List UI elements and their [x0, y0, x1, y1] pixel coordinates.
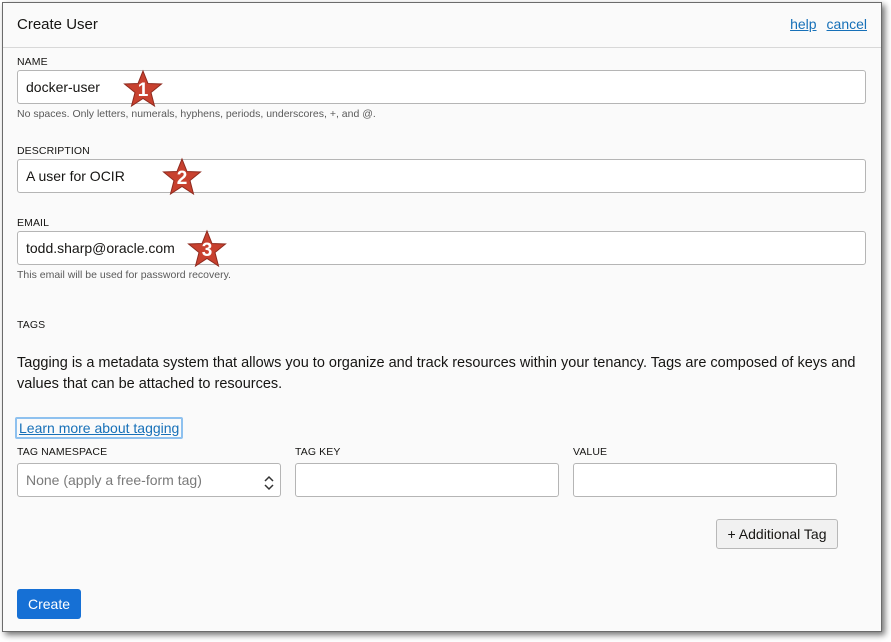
email-hint: This email will be used for password rec…	[17, 269, 231, 281]
annotation-star-3: 3	[187, 229, 227, 269]
description-input[interactable]	[17, 159, 866, 193]
annotation-star-1: 1	[123, 69, 163, 109]
star-number-2: 2	[176, 168, 188, 189]
star-number-1: 1	[137, 80, 149, 101]
email-input[interactable]	[17, 231, 866, 265]
dialog-header: Create User help cancel	[3, 3, 881, 48]
chevron-updown-icon	[264, 471, 274, 491]
name-hint: No spaces. Only letters, numerals, hyphe…	[17, 108, 376, 120]
tag-key-label: TAG KEY	[295, 446, 341, 458]
help-link[interactable]: help	[790, 16, 816, 32]
create-user-dialog: Create User help cancel NAME No spaces. O…	[2, 2, 882, 632]
annotation-star-2: 2	[162, 157, 202, 197]
header-links: help cancel	[780, 16, 867, 32]
star-number-3: 3	[201, 240, 213, 261]
tag-value-label: VALUE	[573, 446, 608, 458]
tag-namespace-label: TAG NAMESPACE	[17, 446, 108, 458]
tags-heading: TAGS	[17, 319, 46, 331]
learn-more-tagging-link[interactable]: Learn more about tagging	[15, 417, 184, 439]
email-label: EMAIL	[17, 217, 50, 229]
tag-namespace-value: None (apply a free-form tag)	[26, 472, 202, 488]
description-label: DESCRIPTION	[17, 145, 90, 157]
tag-namespace-select[interactable]: None (apply a free-form tag)	[17, 463, 281, 497]
cancel-link[interactable]: cancel	[827, 16, 867, 32]
tag-key-input[interactable]	[295, 463, 559, 497]
create-button[interactable]: Create	[17, 589, 81, 619]
tag-value-input[interactable]	[573, 463, 837, 497]
dialog-title: Create User	[17, 16, 98, 33]
additional-tag-button[interactable]: + Additional Tag	[716, 519, 838, 549]
name-label: NAME	[17, 56, 48, 68]
tags-description: Tagging is a metadata system that allows…	[17, 355, 856, 392]
